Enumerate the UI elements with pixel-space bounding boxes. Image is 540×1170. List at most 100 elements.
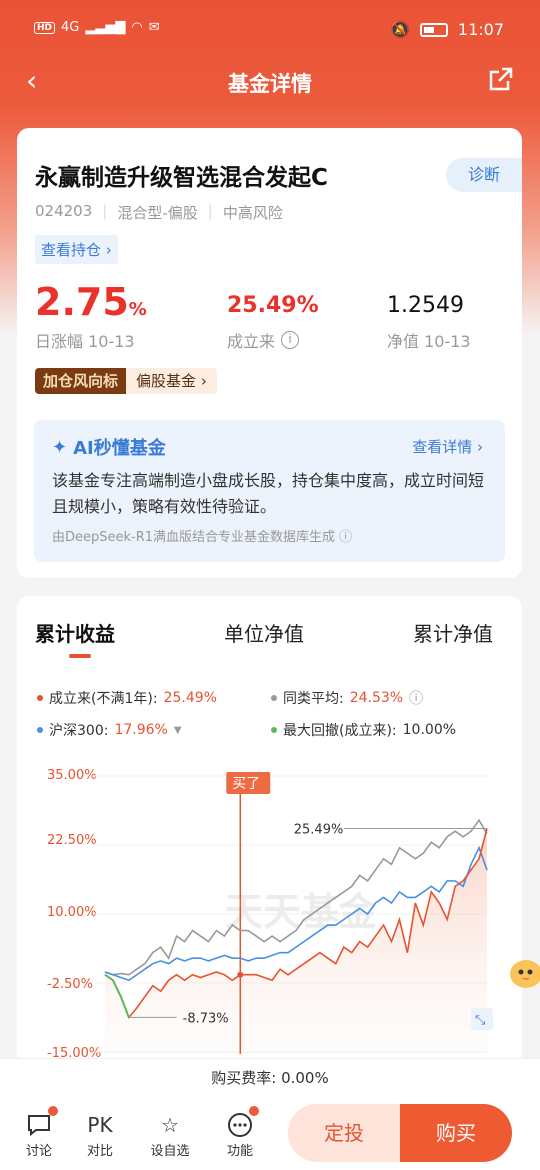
divider: |	[207, 202, 213, 220]
share-icon[interactable]	[488, 66, 514, 96]
legend-index-value: 17.96%	[114, 722, 168, 738]
y-tick: 10.00%	[47, 905, 97, 920]
tab-cumulative-return[interactable]: 累计收益	[35, 618, 115, 647]
signal-icon: ▂▃▅▇	[85, 20, 126, 35]
watchlist-label: 设自选	[150, 1144, 190, 1159]
view-holdings-label: 查看持仓	[41, 241, 102, 259]
fixed-investment-button[interactable]: 定投	[288, 1104, 400, 1162]
y-tick: -2.50%	[47, 977, 93, 992]
fee-bar: 购买费率: 0.00%	[0, 1058, 540, 1096]
more-icon	[215, 1106, 265, 1140]
tab-underline	[69, 654, 91, 658]
legend-dot	[271, 695, 277, 701]
page-title: 基金详情	[228, 72, 312, 96]
chart-tabs: 累计收益 单位净值 累计净值	[17, 618, 522, 658]
since-inception-label: 成立来	[227, 332, 276, 351]
buy-marker-label: 买了	[232, 776, 260, 792]
function-button[interactable]: 功能	[215, 1106, 265, 1159]
ai-summary-text: 该基金专注高端制造小盘成长股，持仓集中度高，成立时间短且规模小，策略有效性待验证…	[52, 471, 485, 516]
navigation-bar: ‹ 基金详情	[0, 58, 540, 104]
return-chart[interactable]: 天天基金买了25.49%-8.73% ⤡	[95, 764, 507, 1054]
sparkle-icon: ✦	[52, 436, 68, 458]
notification-badge	[48, 1106, 58, 1116]
fund-name: 永赢制造升级智选混合发起C	[35, 165, 328, 191]
tab-unit-nav[interactable]: 单位净值	[224, 618, 304, 647]
since-inception-value: 25.49%	[227, 293, 319, 318]
chevron-right-icon: ›	[105, 241, 112, 259]
network-label: 4G	[61, 20, 80, 35]
min-annotation-label: -8.73%	[183, 1011, 229, 1026]
function-label: 功能	[226, 1144, 253, 1159]
expand-icon-glyph: ⤡	[475, 1013, 486, 1028]
legend-fund-label: 成立来(不满1年):	[49, 691, 158, 707]
buy-button[interactable]: 购买	[400, 1104, 512, 1162]
watchlist-button[interactable]: ☆ 设自选	[145, 1110, 195, 1159]
fund-risk: 中高风险	[222, 204, 283, 222]
legend-fund-value: 25.49%	[163, 690, 217, 706]
legend-drawdown: 最大回撤(成立来): 10.00%	[271, 720, 456, 740]
chevron-right-icon: ›	[200, 372, 207, 390]
legend-peer: 同类平均: 24.53% ⓘ	[271, 688, 423, 708]
pk-icon: PK	[87, 1113, 113, 1137]
caret-down-icon: ▼	[173, 724, 182, 736]
max-annotation-label: 25.49%	[294, 822, 344, 837]
divider: |	[102, 202, 108, 220]
status-time: 11:07	[457, 20, 504, 39]
star-icon: ☆	[161, 1113, 179, 1137]
day-change-value: 2.75%	[35, 280, 147, 324]
since-inception-label-row: 成立来 i	[227, 328, 300, 352]
nav-label: 净值 10-13	[387, 332, 471, 351]
category-tag: 偏股基金 ›	[126, 368, 217, 394]
day-change-number: 2.75	[35, 280, 129, 324]
ai-title: ✦ AI秒懂基金	[52, 434, 166, 460]
compare-label: 对比	[86, 1144, 113, 1159]
battery-icon	[419, 22, 448, 37]
hd-icon: HD	[34, 21, 56, 34]
category-tag-label: 偏股基金	[136, 372, 197, 390]
legend-dot	[37, 695, 43, 701]
ai-source: 由DeepSeek-R1满血版结合专业基金数据库生成 ⓘ	[52, 526, 352, 545]
legend-dot	[37, 727, 43, 733]
nav-value: 1.2549	[387, 293, 464, 318]
discuss-label: 讨论	[25, 1144, 52, 1159]
fund-tag-row[interactable]: 加仓风向标 偏股基金 ›	[35, 368, 217, 394]
tab-cumulative-nav[interactable]: 累计净值	[413, 618, 493, 647]
trend-tag: 加仓风向标	[35, 368, 127, 394]
ai-details-link[interactable]: 查看详情 ›	[412, 436, 483, 457]
ai-summary-box: ✦ AI秒懂基金 查看详情 › 该基金专注高端制造小盘成长股，持仓集中度高，成立…	[34, 420, 505, 562]
mascot-icon[interactable]	[504, 950, 540, 994]
fund-info-card: 永赢制造升级智选混合发起C 诊断 024203 | 混合型-偏股 | 中高风险 …	[17, 128, 522, 578]
view-holdings-link[interactable]: 查看持仓 ›	[35, 235, 118, 264]
legend-peer-label: 同类平均:	[283, 691, 344, 707]
legend-index-label: 沪深300:	[49, 723, 109, 739]
info-icon[interactable]: ⓘ	[339, 530, 352, 545]
info-icon[interactable]: i	[281, 331, 300, 349]
compare-button[interactable]: PK 对比	[75, 1110, 125, 1159]
info-icon[interactable]: ⓘ	[409, 688, 423, 708]
wifi-icon: ◠	[131, 20, 143, 35]
ai-details-label: 查看详情	[412, 438, 473, 456]
y-tick: 22.50%	[47, 833, 97, 848]
fund-type: 混合型-偏股	[117, 204, 198, 222]
day-change-unit: %	[128, 299, 147, 320]
diagnose-button[interactable]: 诊断	[446, 158, 522, 192]
legend-drawdown-value: 10.00%	[402, 722, 457, 738]
day-change-label: 日涨幅 10-13	[35, 332, 135, 351]
status-bar: HD 4G ▂▃▅▇ ◠ ✉ 🔕 11:07	[0, 0, 540, 58]
chart-card: 累计收益 单位净值 累计净值 成立来(不满1年): 25.49% 同类平均: 24.…	[17, 596, 522, 1066]
mute-icon: 🔕	[389, 20, 410, 39]
legend-dot	[271, 727, 277, 733]
fund-code: 024203	[35, 202, 93, 220]
ai-source-text: 由DeepSeek-R1满血版结合专业基金数据库生成	[52, 530, 336, 545]
legend-fund: 成立来(不满1年): 25.49%	[37, 688, 217, 708]
discuss-button[interactable]: 讨论	[14, 1106, 64, 1159]
chat-icon	[14, 1106, 64, 1140]
ai-title-text: AI秒懂基金	[73, 438, 166, 459]
buy-marker-dot	[237, 971, 244, 978]
legend-index[interactable]: 沪深300: 17.96% ▼	[37, 720, 182, 740]
notification-badge	[249, 1106, 259, 1116]
fund-area	[105, 828, 487, 1054]
fund-meta: 024203 | 混合型-偏股 | 中高风险	[35, 202, 283, 223]
bottom-bar: 讨论 PK 对比 ☆ 设自选 功能 定投 购买	[0, 1096, 540, 1170]
legend-peer-value: 24.53%	[349, 690, 404, 706]
